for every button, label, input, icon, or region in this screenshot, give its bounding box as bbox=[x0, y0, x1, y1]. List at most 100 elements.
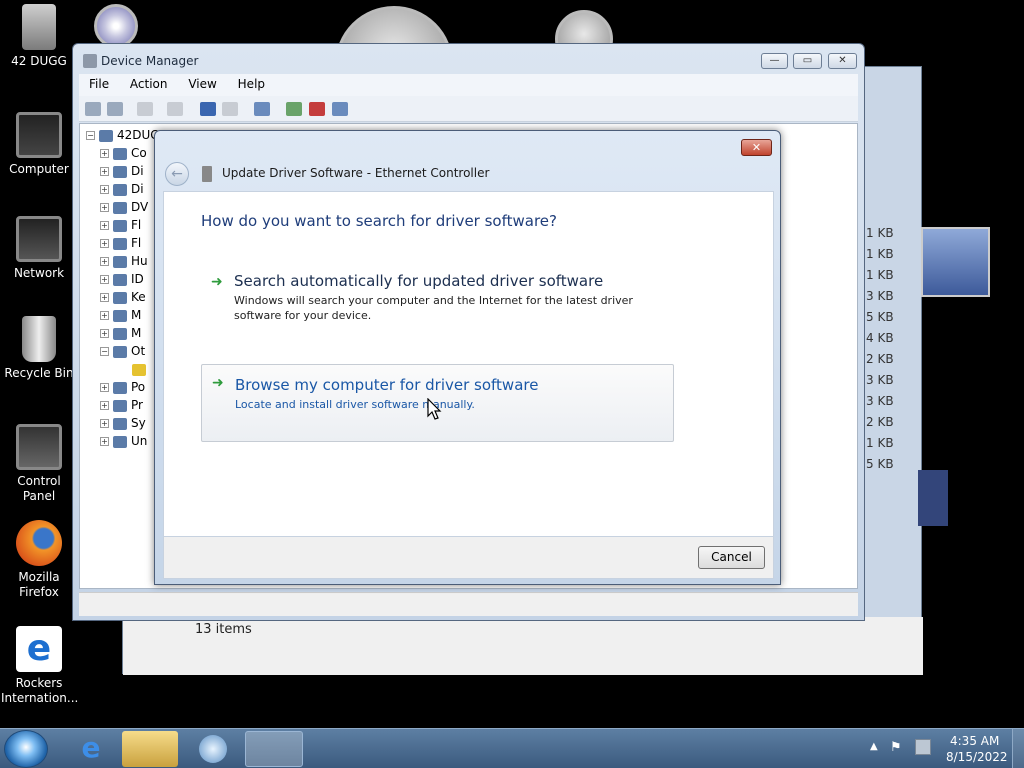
console-tree-icon[interactable] bbox=[137, 102, 153, 116]
scan-hardware-icon[interactable] bbox=[254, 102, 270, 116]
tree-item[interactable]: + Ke bbox=[100, 290, 146, 308]
desktop-icon-label: Network bbox=[13, 266, 65, 280]
expand-icon[interactable]: + bbox=[100, 293, 109, 302]
tree-item[interactable]: + M bbox=[100, 326, 141, 344]
dialog-title: Update Driver Software - Ethernet Contro… bbox=[222, 166, 490, 180]
tree-item[interactable]: + ID bbox=[100, 272, 144, 290]
tree-item-label: DV bbox=[131, 200, 149, 214]
tree-item[interactable]: − Ot bbox=[100, 344, 145, 362]
expand-icon[interactable]: + bbox=[100, 185, 109, 194]
expand-icon[interactable]: + bbox=[100, 239, 109, 248]
tree-item[interactable]: + Di bbox=[100, 164, 144, 182]
expand-icon[interactable]: + bbox=[100, 419, 109, 428]
tree-item-label: M bbox=[131, 326, 142, 340]
menu-view[interactable]: View bbox=[178, 74, 223, 91]
expand-icon[interactable]: + bbox=[100, 329, 109, 338]
expand-icon[interactable]: + bbox=[100, 149, 109, 158]
dialog-close-button[interactable]: ✕ bbox=[741, 139, 772, 156]
menu-help[interactable]: Help bbox=[228, 74, 272, 91]
device-category-icon bbox=[113, 255, 127, 268]
expand-icon[interactable]: + bbox=[100, 401, 109, 410]
tree-item-label: Sy bbox=[131, 416, 146, 430]
uninstall-icon[interactable] bbox=[309, 102, 325, 116]
tree-item[interactable]: + Un bbox=[100, 434, 147, 452]
minimize-button[interactable]: — bbox=[761, 53, 788, 69]
search-automatically-option[interactable]: ➜ Search automatically for updated drive… bbox=[201, 272, 674, 328]
expand-icon[interactable]: + bbox=[100, 383, 109, 392]
desktop-icon-42dugg[interactable]: 42 DUGG bbox=[0, 4, 78, 69]
menu-file[interactable]: File bbox=[79, 74, 116, 91]
desktop-icon-label: Control Panel bbox=[17, 474, 61, 503]
desktop-icon-label: Mozilla Firefox bbox=[18, 570, 60, 599]
tree-item[interactable]: + M bbox=[100, 308, 141, 326]
cancel-button[interactable]: Cancel bbox=[698, 546, 765, 569]
desktop-icon-network[interactable]: Network bbox=[0, 216, 78, 281]
toolbar bbox=[79, 96, 858, 122]
gadget-disc[interactable] bbox=[94, 4, 138, 48]
close-button[interactable]: ✕ bbox=[828, 53, 857, 69]
file-size: 3 KB bbox=[866, 394, 894, 408]
clock-date[interactable]: 8/15/2022 bbox=[946, 750, 1008, 764]
expand-icon[interactable]: + bbox=[100, 275, 109, 284]
update-driver-dialog[interactable]: ✕ ← Update Driver Software - Ethernet Co… bbox=[154, 130, 781, 585]
desktop-icon-firefox[interactable]: Mozilla Firefox bbox=[0, 520, 78, 600]
tree-item[interactable]: + Pr bbox=[100, 398, 143, 416]
desktop-icon-control-panel[interactable]: Control Panel bbox=[0, 424, 78, 504]
tree-item[interactable]: + DV bbox=[100, 200, 148, 218]
tree-item[interactable]: + Sy bbox=[100, 416, 146, 434]
device-category-icon bbox=[113, 201, 127, 214]
clock-time[interactable]: 4:35 AM bbox=[950, 734, 999, 748]
taskbar-media-player-icon[interactable] bbox=[184, 731, 242, 767]
tree-item[interactable]: + Co bbox=[100, 146, 147, 164]
action-center-flag-icon[interactable]: ⚑ bbox=[890, 740, 902, 755]
desktop-icon-recycle-bin[interactable]: Recycle Bin bbox=[0, 316, 78, 381]
tree-item[interactable]: + Hu bbox=[100, 254, 148, 272]
desktop-icon-label: 42 DUGG bbox=[11, 54, 67, 68]
collapse-icon[interactable]: − bbox=[86, 131, 95, 140]
photo-thumbnail[interactable] bbox=[921, 227, 990, 297]
tree-item[interactable]: + Fl bbox=[100, 236, 141, 254]
show-hidden-icons-icon[interactable]: ▲ bbox=[870, 741, 878, 752]
show-desktop-button[interactable] bbox=[1012, 729, 1024, 768]
taskbar-device-manager-icon[interactable] bbox=[245, 731, 303, 767]
help-icon[interactable] bbox=[200, 102, 216, 116]
expand-icon[interactable]: + bbox=[100, 257, 109, 266]
back-arrow-icon[interactable]: ← bbox=[165, 162, 189, 186]
action-pane-icon[interactable] bbox=[222, 102, 238, 116]
file-size: 3 KB bbox=[866, 289, 894, 303]
tree-item[interactable]: + Di bbox=[100, 182, 144, 200]
tree-item[interactable]: + Fl bbox=[100, 218, 141, 236]
back-icon[interactable] bbox=[85, 102, 101, 116]
tree-item-warning[interactable] bbox=[132, 362, 150, 380]
tree-item-label: Fl bbox=[131, 236, 142, 250]
desktop-icon-rockers[interactable]: e Rockers Internation... bbox=[0, 626, 78, 706]
dialog-header: ← Update Driver Software - Ethernet Cont… bbox=[162, 161, 774, 191]
tree-item[interactable]: + Po bbox=[100, 380, 145, 398]
forward-icon[interactable] bbox=[107, 102, 123, 116]
taskbar-explorer-icon[interactable] bbox=[122, 731, 178, 767]
expand-icon[interactable]: + bbox=[100, 221, 109, 230]
expand-icon[interactable]: + bbox=[100, 203, 109, 212]
green-arrow-icon: ➜ bbox=[212, 375, 224, 391]
dialog-question: How do you want to search for driver sof… bbox=[201, 212, 557, 230]
network-icon bbox=[16, 216, 62, 262]
properties-icon[interactable] bbox=[167, 102, 183, 116]
network-warning-icon[interactable] bbox=[915, 739, 931, 755]
expand-icon[interactable]: + bbox=[100, 311, 109, 320]
expand-icon[interactable]: + bbox=[100, 167, 109, 176]
device-category-icon bbox=[113, 417, 127, 430]
menu-action[interactable]: Action bbox=[120, 74, 175, 91]
file-size: 5 KB bbox=[866, 310, 894, 324]
update-driver-icon[interactable] bbox=[286, 102, 302, 116]
mvp-badge bbox=[918, 470, 948, 526]
maximize-button[interactable]: ▭ bbox=[793, 53, 822, 69]
tree-item-label: Ke bbox=[131, 290, 146, 304]
expand-icon[interactable]: + bbox=[100, 437, 109, 446]
collapse-icon[interactable]: − bbox=[100, 347, 109, 356]
desktop-icon-computer[interactable]: Computer bbox=[0, 112, 78, 177]
taskbar-ie-icon[interactable]: e bbox=[62, 731, 120, 767]
start-button[interactable] bbox=[4, 730, 48, 768]
enable-device-icon[interactable] bbox=[332, 102, 348, 116]
tree-item-label: ID bbox=[131, 272, 144, 286]
tree-item-label: Un bbox=[131, 434, 148, 448]
